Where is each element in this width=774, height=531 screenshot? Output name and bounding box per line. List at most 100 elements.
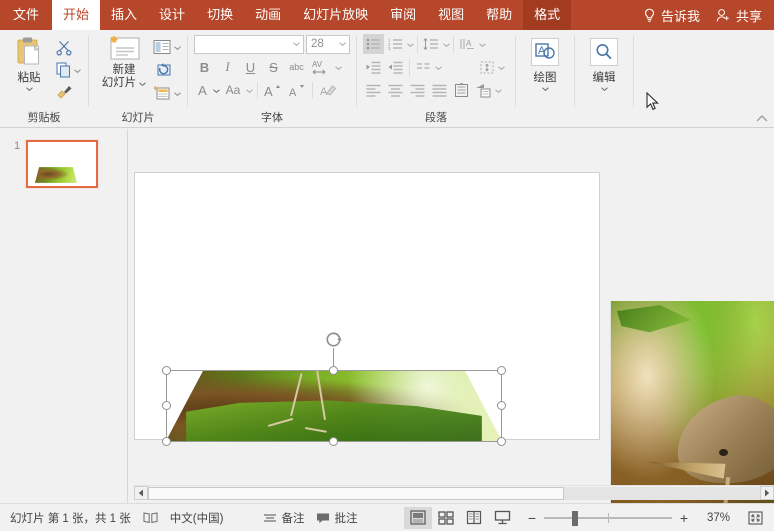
italic-button[interactable]: I bbox=[217, 57, 238, 77]
text-shadow-button[interactable]: S bbox=[263, 57, 284, 77]
zoom-slider-thumb[interactable] bbox=[572, 511, 578, 526]
tab-transitions[interactable]: 切换 bbox=[196, 0, 244, 30]
change-case-button[interactable]: Aa bbox=[222, 80, 244, 100]
section-button[interactable] bbox=[153, 83, 181, 103]
new-slide-button[interactable]: 新建 幻灯片 bbox=[95, 34, 153, 90]
share-button[interactable]: 共享 bbox=[710, 0, 774, 30]
tab-insert[interactable]: 插入 bbox=[100, 0, 148, 30]
tab-format[interactable]: 格式 bbox=[523, 0, 571, 30]
collapse-ribbon-button[interactable] bbox=[756, 114, 768, 124]
selected-picture[interactable] bbox=[166, 371, 502, 441]
change-case-chevron-down-icon[interactable] bbox=[246, 89, 253, 93]
decrease-indent-button[interactable] bbox=[363, 57, 384, 77]
format-painter-button[interactable] bbox=[56, 82, 81, 102]
copy-button[interactable] bbox=[56, 60, 81, 80]
numbering-chevron-down-icon[interactable] bbox=[407, 43, 414, 47]
comments-button[interactable]: 批注 bbox=[316, 510, 357, 526]
tab-file[interactable]: 文件 bbox=[0, 0, 52, 30]
zoom-slider[interactable] bbox=[544, 512, 672, 524]
resize-handle-bottom-right[interactable] bbox=[497, 437, 506, 446]
font-color-button[interactable]: A bbox=[194, 80, 211, 100]
view-slideshow[interactable] bbox=[488, 507, 516, 529]
slide-count-status[interactable]: 幻灯片 第 1 张，共 1 张 bbox=[10, 510, 131, 526]
tell-me-button[interactable]: 告诉我 bbox=[633, 0, 710, 30]
copy-chevron-down-icon[interactable] bbox=[74, 69, 81, 73]
text-columns-button[interactable] bbox=[451, 80, 472, 100]
bullets-button[interactable] bbox=[363, 34, 384, 54]
tab-view[interactable]: 视图 bbox=[427, 0, 475, 30]
tab-help[interactable]: 帮助 bbox=[475, 0, 523, 30]
zoom-in-button[interactable]: + bbox=[678, 512, 690, 524]
columns-button[interactable] bbox=[413, 57, 434, 77]
text-direction-button[interactable]: A bbox=[457, 34, 478, 54]
resize-handle-middle-right[interactable] bbox=[497, 401, 506, 410]
view-slide-sorter[interactable] bbox=[432, 507, 460, 529]
tab-design[interactable]: 设计 bbox=[148, 0, 196, 30]
scrollbar-thumb[interactable] bbox=[148, 487, 564, 500]
view-reading[interactable] bbox=[460, 507, 488, 529]
character-spacing-button[interactable]: AV bbox=[309, 57, 333, 77]
clear-formatting-button[interactable]: A bbox=[317, 80, 339, 100]
resize-handle-top-left[interactable] bbox=[162, 366, 171, 375]
font-size-input[interactable]: 28 bbox=[306, 35, 350, 54]
zoom-percentage[interactable]: 37% bbox=[696, 512, 730, 524]
font-name-input[interactable] bbox=[194, 35, 304, 54]
resize-handle-bottom-left[interactable] bbox=[162, 437, 171, 446]
drawing-chevron-down-icon[interactable] bbox=[542, 87, 549, 91]
horizontal-scrollbar[interactable] bbox=[134, 485, 774, 500]
scroll-right-arrow[interactable] bbox=[760, 486, 774, 500]
bold-button[interactable]: B bbox=[194, 57, 215, 77]
cut-button[interactable] bbox=[56, 38, 81, 58]
font-size-chevron-down-icon[interactable] bbox=[339, 42, 346, 46]
justify-button[interactable] bbox=[429, 80, 450, 100]
slide-thumbnail-1-wrapper[interactable]: 1 bbox=[14, 140, 98, 188]
tab-animations[interactable]: 动画 bbox=[244, 0, 292, 30]
increase-font-size-button[interactable]: A bbox=[262, 80, 284, 100]
strikethrough-button[interactable]: abc bbox=[286, 57, 307, 77]
section-chevron-down-icon[interactable] bbox=[174, 92, 181, 96]
accessibility-status[interactable] bbox=[143, 511, 158, 524]
smartart-chevron-down-icon[interactable] bbox=[495, 89, 502, 93]
convert-to-smartart-button[interactable] bbox=[473, 80, 494, 100]
character-spacing-chevron-down-icon[interactable] bbox=[335, 66, 342, 70]
align-center-button[interactable] bbox=[385, 80, 406, 100]
notes-button[interactable]: 备注 bbox=[263, 510, 304, 526]
editing-chevron-down-icon[interactable] bbox=[601, 87, 608, 91]
tab-review[interactable]: 审阅 bbox=[379, 0, 427, 30]
drawing-button[interactable]: A 绘图 bbox=[522, 38, 568, 91]
layout-chevron-down-icon[interactable] bbox=[174, 46, 181, 50]
zoom-out-button[interactable]: − bbox=[526, 512, 538, 524]
font-name-chevron-down-icon[interactable] bbox=[293, 42, 300, 46]
line-spacing-button[interactable] bbox=[421, 34, 442, 54]
paste-button[interactable]: 粘贴 bbox=[6, 34, 52, 91]
line-spacing-chevron-down-icon[interactable] bbox=[443, 43, 450, 47]
decrease-font-size-button[interactable]: A bbox=[286, 80, 308, 100]
align-right-button[interactable] bbox=[407, 80, 428, 100]
slide-thumbnail-pane[interactable]: 1 bbox=[0, 129, 128, 503]
reset-button[interactable] bbox=[153, 60, 181, 80]
resize-handle-top-right[interactable] bbox=[497, 366, 506, 375]
tab-home[interactable]: 开始 bbox=[52, 0, 100, 30]
align-left-button[interactable] bbox=[363, 80, 384, 100]
align-text-chevron-down-icon[interactable] bbox=[498, 66, 505, 70]
scrollbar-track[interactable] bbox=[148, 487, 760, 500]
rotate-handle-icon[interactable] bbox=[325, 331, 342, 348]
tab-slideshow[interactable]: 幻灯片放映 bbox=[292, 0, 379, 30]
resize-handle-top-center[interactable] bbox=[329, 366, 338, 375]
numbering-button[interactable]: 1 2 3 bbox=[385, 34, 406, 54]
increase-indent-button[interactable] bbox=[385, 57, 406, 77]
fit-to-window-button[interactable] bbox=[744, 509, 766, 527]
font-color-chevron-down-icon[interactable] bbox=[213, 89, 220, 93]
columns-chevron-down-icon[interactable] bbox=[435, 66, 442, 70]
text-direction-chevron-down-icon[interactable] bbox=[479, 43, 486, 47]
scroll-left-arrow[interactable] bbox=[134, 486, 148, 500]
slide-thumbnail-1[interactable] bbox=[26, 140, 98, 188]
underline-button[interactable]: U bbox=[240, 57, 261, 77]
layout-button[interactable] bbox=[153, 37, 181, 57]
resize-handle-middle-left[interactable] bbox=[162, 401, 171, 410]
view-normal[interactable] bbox=[404, 507, 432, 529]
align-text-button[interactable] bbox=[476, 57, 497, 77]
new-slide-chevron-down-icon[interactable] bbox=[139, 82, 146, 86]
resize-handle-bottom-center[interactable] bbox=[329, 437, 338, 446]
language-status[interactable]: 中文(中国) bbox=[170, 510, 224, 526]
